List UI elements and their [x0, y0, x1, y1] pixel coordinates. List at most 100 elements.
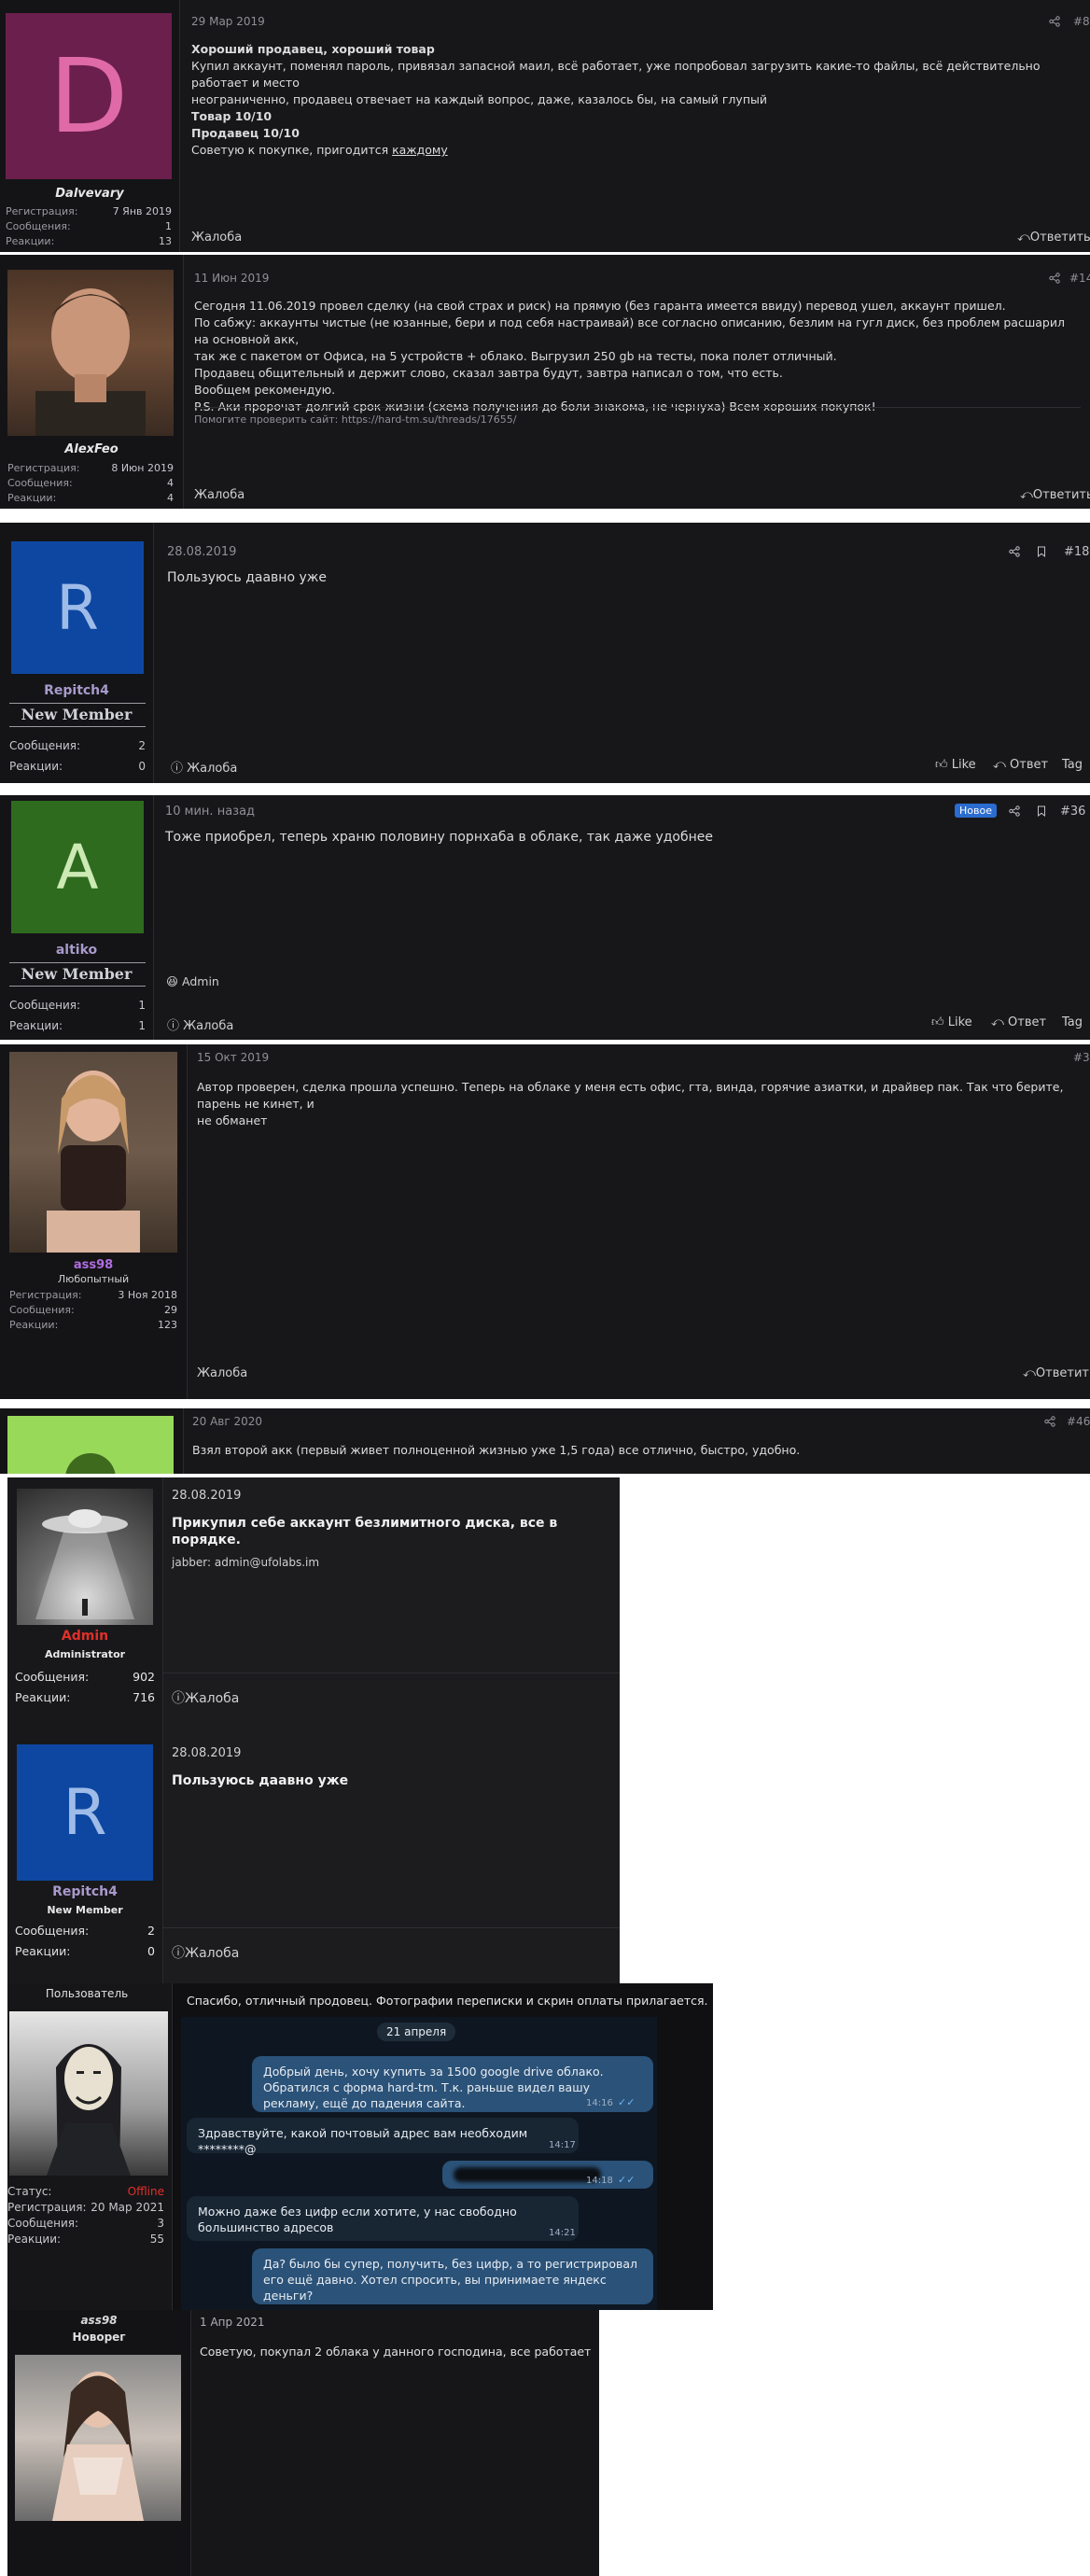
username[interactable]: Repitch4 [0, 683, 153, 698]
avatar[interactable] [9, 1052, 177, 1253]
reply-icon: ⤺ [991, 1015, 1004, 1029]
post-text: Взял второй акк (первый живет полноценно… [192, 1443, 801, 1457]
stat-registration: Регистрация: 7 Янв 2019 [6, 205, 172, 217]
post-date[interactable]: 1 Апр 2021 [200, 2316, 264, 2329]
report-link[interactable]: ⓘЖалоба [172, 1943, 239, 1962]
username[interactable]: Admin [7, 1629, 162, 1644]
bookmark-icon[interactable] [1036, 546, 1047, 557]
username[interactable]: Repitch4 [7, 1884, 162, 1899]
like-label: Like [947, 1015, 972, 1029]
report-icon: ⓘ [167, 1019, 180, 1033]
tag-button[interactable]: Tag [1062, 1015, 1083, 1029]
report-link[interactable]: Жалоба [194, 488, 245, 502]
share-icon[interactable] [1044, 1416, 1055, 1427]
post-date[interactable]: 28.08.2019 [172, 1746, 241, 1760]
share-icon[interactable] [1049, 16, 1060, 27]
post-number[interactable]: #46 [1067, 1415, 1090, 1428]
report-link[interactable]: ⓘЖалоба [172, 1688, 239, 1707]
reply-label: Ответить [1035, 1366, 1090, 1380]
stat-messages: Сообщения: 902 [15, 1670, 155, 1684]
stat-reactions: Реакции: 55 [7, 2233, 164, 2246]
stat-label: Реакции: [15, 1944, 71, 1958]
chat-message-text: Здравствуйте, какой почтовый адрес вам н… [198, 2126, 528, 2156]
avatar[interactable]: R [17, 1744, 153, 1881]
mask-photo [47, 2044, 131, 2176]
reply-icon: ⤺ [1023, 1366, 1036, 1380]
username[interactable]: Dalvevary [0, 187, 179, 201]
post-number[interactable]: #8 [1073, 15, 1090, 28]
tag-button[interactable]: Tag [1062, 758, 1083, 772]
reply-button[interactable]: ⤺ Ответ [993, 758, 1048, 772]
post-date[interactable]: 10 мин. назад [165, 805, 255, 819]
avatar-photo [35, 288, 146, 436]
avatar[interactable] [7, 1416, 174, 1474]
post-number[interactable]: #3 [1073, 1051, 1090, 1064]
status-offline: Offline [127, 2185, 164, 2198]
share-icon[interactable] [1049, 273, 1060, 284]
post-number[interactable]: #18 [1064, 545, 1089, 559]
rank-top-line [9, 962, 146, 963]
reply-icon: ⤺ [1020, 488, 1033, 502]
post-date[interactable]: 20 Авг 2020 [192, 1415, 262, 1428]
chat-message-text: Да? было бы супер, получить, без цифр, а… [263, 2257, 637, 2303]
chat-message-text: Можно даже без цифр если хотите, у нас с… [198, 2205, 517, 2234]
chat-screenshot: 21 апреля Добрый день, хочу купить за 15… [181, 2017, 657, 2310]
stat-label: Реакции: [9, 760, 63, 773]
reply-button[interactable]: ⤺Ответить [1020, 488, 1090, 502]
avatar[interactable]: R [11, 541, 144, 674]
report-link[interactable]: ⓘ Жалоба [167, 1015, 233, 1033]
post-title: Хороший продавец, хороший товар [191, 42, 435, 56]
post-date[interactable]: 15 Окт 2019 [197, 1051, 269, 1064]
post-repitch4: R Repitch4 New Member Сообщения: 2 Реакц… [0, 523, 1090, 783]
avatar[interactable]: D [6, 13, 172, 179]
report-link[interactable]: Жалоба [191, 231, 242, 245]
avatar-photo [47, 1071, 140, 1253]
chat-message-in: Здравствуйте, какой почтовый адрес вам н… [187, 2118, 579, 2156]
avatar[interactable] [15, 2355, 181, 2521]
stat-value: 1 [138, 1019, 146, 1032]
post-partial: 20 Авг 2020 #46 Взял второй акк (первый … [0, 1408, 1090, 1474]
share-icon[interactable] [1009, 805, 1020, 817]
avatar[interactable] [17, 1489, 153, 1625]
stat-value: 716 [133, 1690, 155, 1704]
post-number[interactable]: #36 [1060, 805, 1085, 819]
ufo-image [35, 1509, 134, 1619]
avatar[interactable] [7, 270, 174, 436]
report-link[interactable]: Жалоба [197, 1366, 247, 1380]
bookmark-icon[interactable] [1036, 805, 1047, 817]
signature: Помогите проверить сайт: https://hard-tm… [194, 413, 517, 426]
like-button[interactable]: 👍︎ Like [935, 758, 976, 772]
text-line: Купил аккаунт, поменял пароль, привязал … [191, 59, 1041, 90]
post-date[interactable]: 28.08.2019 [172, 1489, 241, 1503]
stat-reactions: Реакции: 0 [15, 1944, 155, 1958]
stat-value: 8 Июн 2019 [111, 462, 174, 474]
like-button[interactable]: 👍︎ Like [931, 1015, 972, 1029]
avatar[interactable] [9, 2011, 168, 2176]
text-fragment: Советую к покупке, пригодится [191, 143, 393, 157]
username[interactable]: altiko [0, 943, 153, 958]
stat-reactions: Реакции: 1 [9, 1019, 146, 1032]
post-body: Хороший продавец, хороший товар Купил ак… [191, 41, 1078, 159]
stat-value: 29 [164, 1304, 177, 1316]
chat-time: 14:16 [586, 2098, 613, 2108]
post-date[interactable]: 29 Мар 2019 [191, 15, 265, 28]
reply-button[interactable]: ⤺ Ответ [991, 1015, 1046, 1029]
report-link[interactable]: ⓘ Жалоба [171, 758, 237, 776]
username[interactable]: ass98 [7, 2314, 190, 2327]
chat-message-in: Можно даже без цифр если хотите, у нас с… [187, 2196, 579, 2241]
username[interactable]: ass98 [0, 1258, 187, 1272]
stat-label: Регистрация: [7, 462, 80, 474]
text-line-bold: Продавец 10/10 [191, 126, 300, 140]
avatar-letter: D [49, 36, 129, 156]
reaction-bar[interactable]: 😆 Admin [166, 974, 219, 988]
username[interactable]: AlexFeo [0, 442, 183, 456]
post-date[interactable]: 28.08.2019 [167, 545, 236, 559]
avatar[interactable]: A [11, 801, 144, 933]
text-line: так же с пакетом от Офиса, на 5 устройст… [194, 349, 837, 363]
post-number[interactable]: #14 [1069, 272, 1090, 285]
share-icon[interactable] [1009, 546, 1020, 557]
post-ass98-recent: ass98 Новорег 1 Апр 2021 Советую, покупа… [7, 2310, 599, 2576]
reply-button[interactable]: ⤺Ответить [1023, 1366, 1090, 1380]
post-date[interactable]: 11 Июн 2019 [194, 272, 269, 285]
reply-button[interactable]: ⤺Ответить [1017, 231, 1090, 245]
